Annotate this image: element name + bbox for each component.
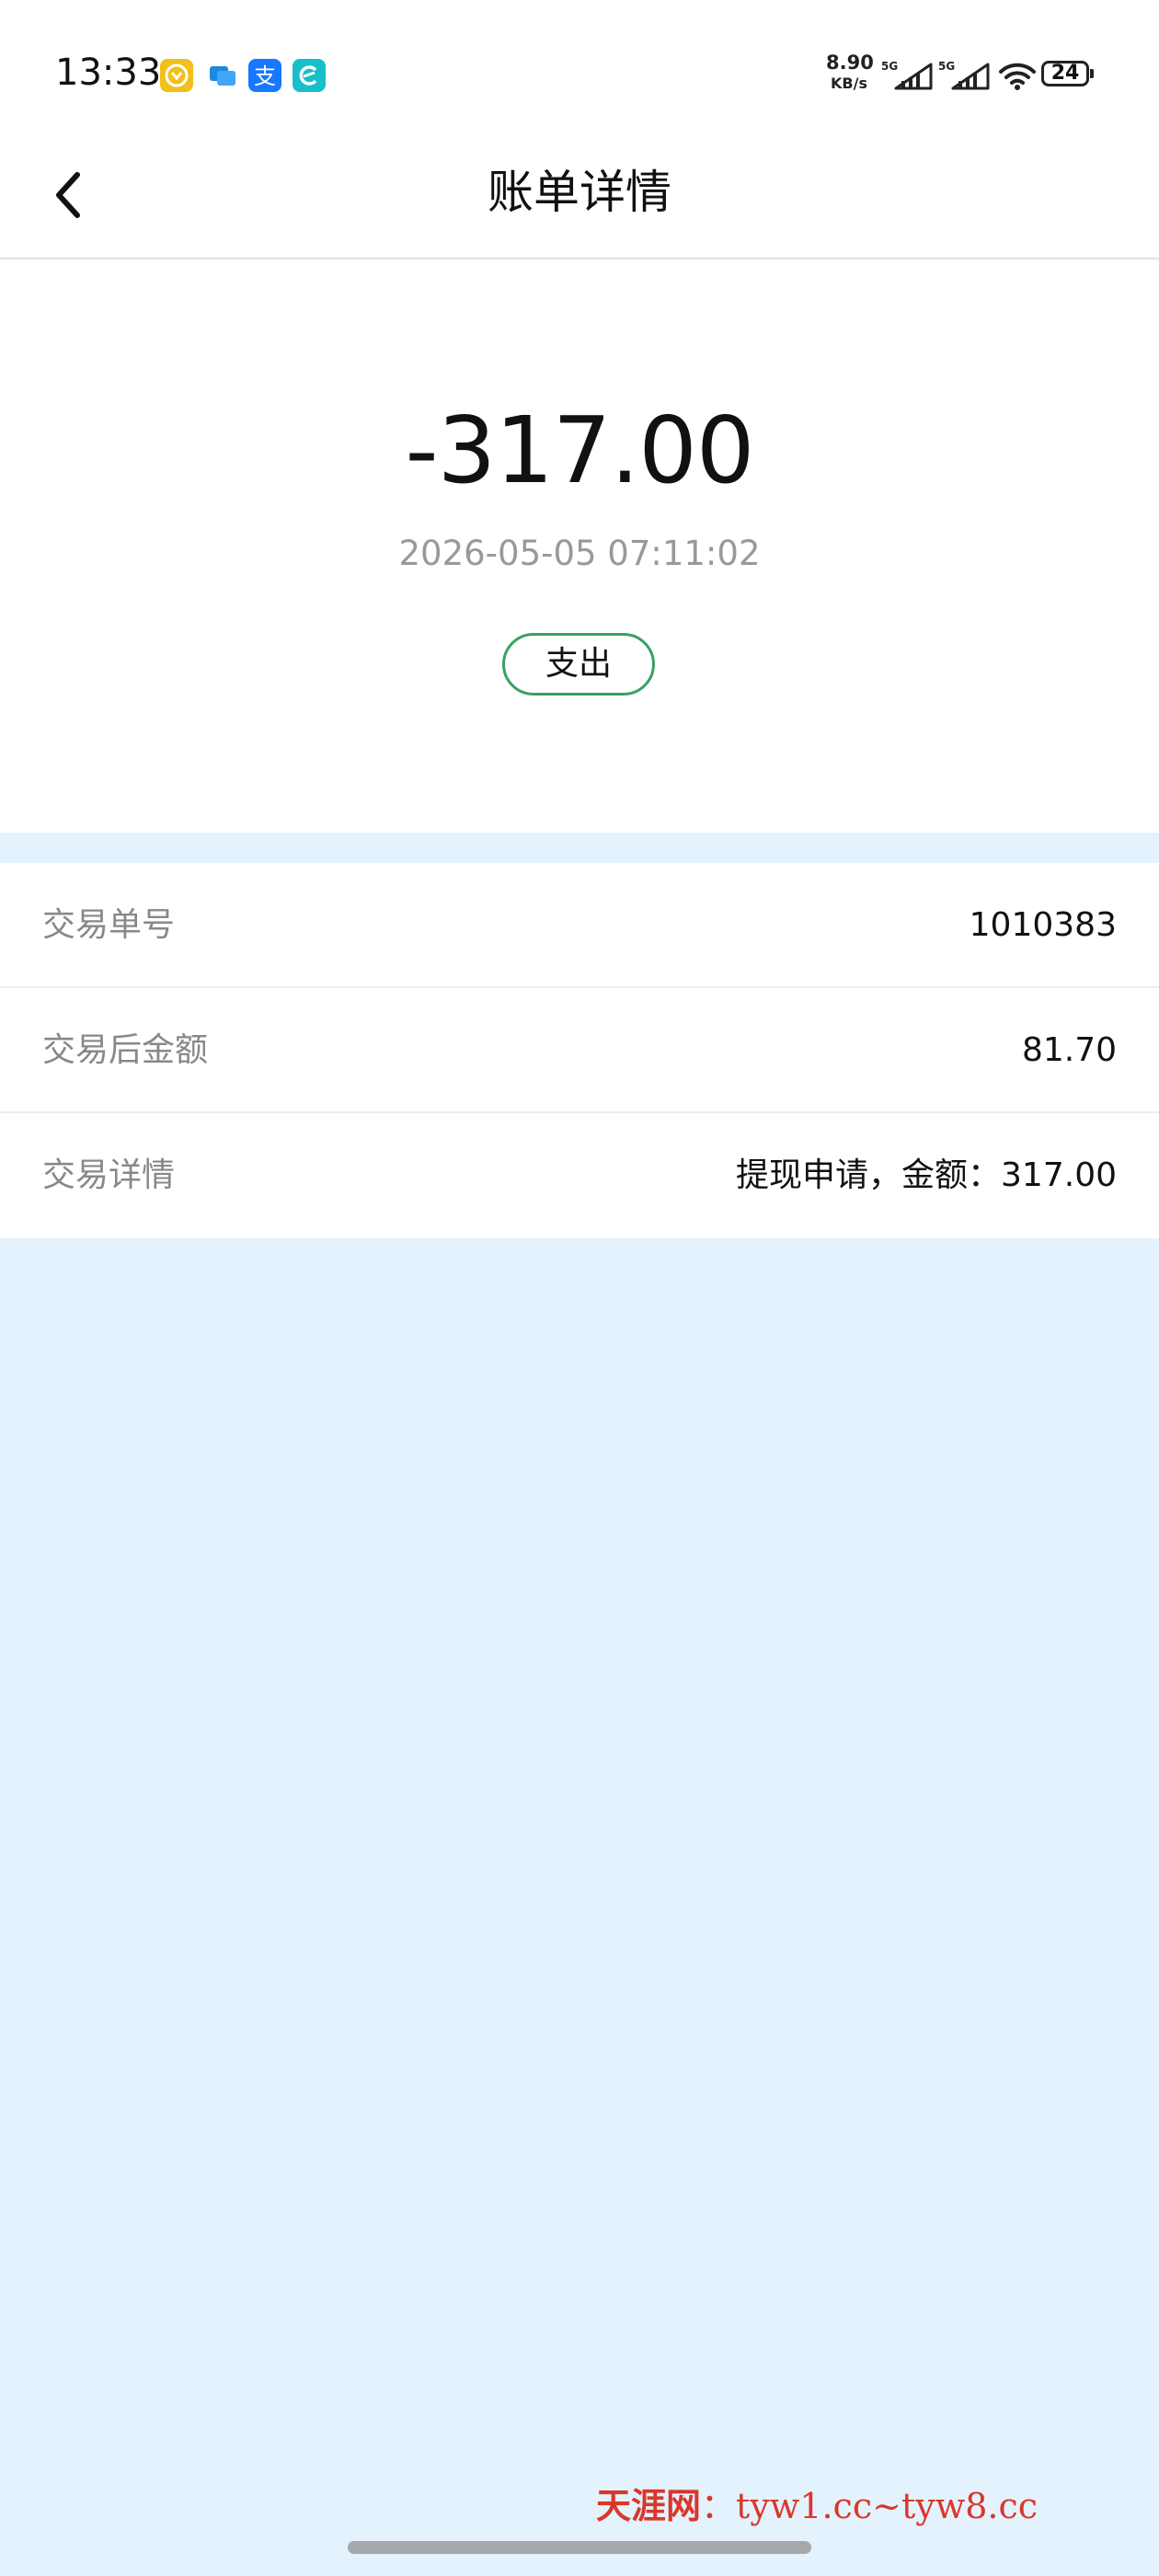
network-speed-unit: KB/s [831, 75, 867, 92]
battery-icon: 24 [1041, 61, 1089, 86]
detail-row-description: 交易详情 提现申请，金额：317.00 [0, 1113, 1159, 1238]
chat-app-icon [206, 59, 239, 92]
watermark-url: tyw1.cc~tyw8.cc [736, 2486, 1039, 2526]
svg-text:支: 支 [254, 63, 276, 89]
battery-tip [1090, 69, 1094, 78]
browser-app-icon [293, 59, 326, 92]
transaction-amount: -317.00 [405, 397, 755, 504]
alipay-icon: 支 [248, 59, 281, 92]
sim1-label: 5G [881, 60, 898, 73]
sim2-label: 5G [938, 60, 955, 73]
watermark-separator: ： [701, 2486, 737, 2526]
transaction-summary: -317.00 2026-05-05 07:11:02 支出 [0, 259, 1159, 833]
home-indicator[interactable] [348, 2541, 811, 2554]
watermark: 天涯网：tyw1.cc~tyw8.cc [596, 2489, 1038, 2524]
page-title: 账单详情 [488, 166, 671, 219]
network-speed: 8.90 KB/s [826, 52, 874, 92]
coin-app-icon [160, 59, 193, 92]
detail-value: 1010383 [969, 906, 1117, 944]
detail-value: 提现申请，金额：317.00 [736, 1156, 1117, 1194]
watermark-brand: 天涯网 [596, 2485, 702, 2526]
detail-label: 交易后金额 [42, 1031, 209, 1069]
wifi-icon [997, 59, 1038, 96]
status-bar: 13:33 支 8.90 KB/s 5G 5G 24 [0, 0, 1159, 138]
transaction-datetime: 2026-05-05 07:11:02 [398, 534, 761, 573]
network-speed-value: 8.90 [826, 52, 874, 74]
detail-label: 交易单号 [42, 906, 176, 944]
detail-row-balance-after: 交易后金额 81.70 [0, 988, 1159, 1113]
status-time: 13:33 [55, 52, 162, 94]
signal-sim1-icon: 5G [881, 59, 935, 96]
transaction-type-badge: 支出 [502, 633, 655, 696]
nav-bar: 账单详情 [0, 138, 1159, 259]
detail-row-order-number: 交易单号 1010383 [0, 863, 1159, 988]
detail-value: 81.70 [1021, 1031, 1117, 1069]
detail-label: 交易详情 [42, 1156, 176, 1194]
transaction-details: 交易单号 1010383 交易后金额 81.70 交易详情 提现申请，金额：31… [0, 863, 1159, 1238]
signal-sim2-icon: 5G [938, 59, 992, 96]
